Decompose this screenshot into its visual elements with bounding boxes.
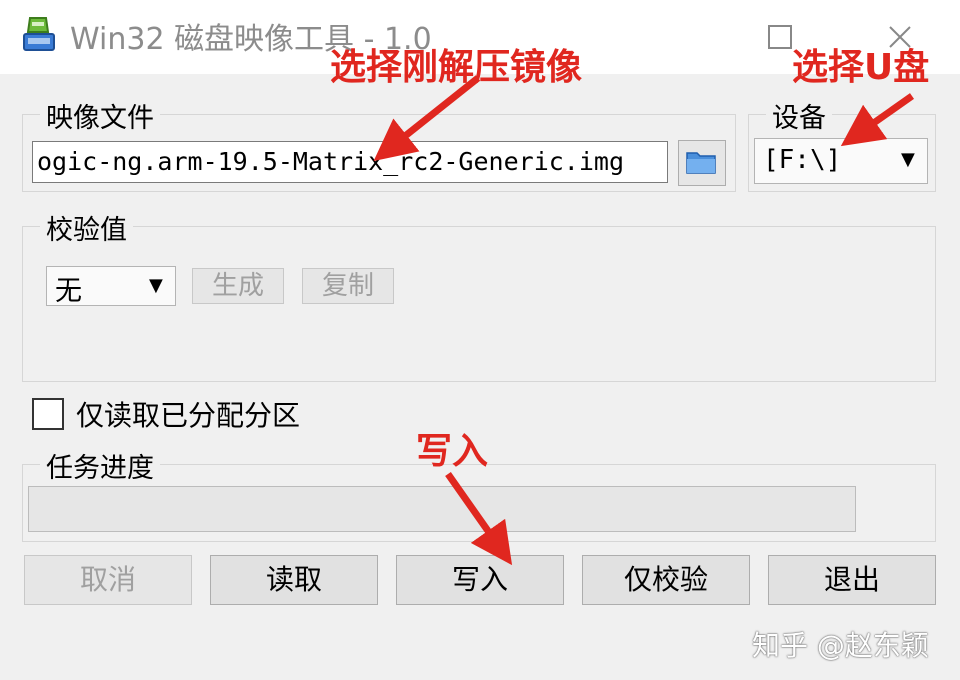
annotation-select-usb: 选择U盘: [792, 47, 930, 88]
folder-icon: [686, 152, 716, 174]
progress-label: 任务进度: [40, 446, 160, 485]
annotation-select-image: 选择刚解压镜像: [330, 47, 583, 88]
cancel-button[interactable]: 取消: [24, 555, 192, 605]
watermark: 知乎 @赵东颖: [752, 629, 929, 662]
readonly-checkbox[interactable]: [32, 398, 64, 430]
readonly-checkbox-label: 仅读取已分配分区: [76, 399, 301, 432]
hash-label: 校验值: [40, 208, 133, 247]
copy-hash-button[interactable]: 复制: [302, 268, 394, 304]
verify-only-button[interactable]: 仅校验: [582, 555, 750, 605]
chevron-down-icon: ▼: [901, 149, 915, 170]
read-button[interactable]: 读取: [210, 555, 378, 605]
progress-bar: [28, 486, 856, 532]
generate-hash-button[interactable]: 生成: [192, 268, 284, 304]
hash-select-value: 无: [55, 276, 82, 307]
image-file-input[interactable]: ogic-ng.arm-19.5-Matrix_rc2-Generic.img: [32, 141, 668, 183]
device-select[interactable]: [F:\] ▼: [754, 138, 928, 184]
image-file-label: 映像文件: [40, 96, 160, 135]
exit-button[interactable]: 退出: [768, 555, 936, 605]
device-select-value: [F:\]: [763, 145, 842, 175]
chevron-down-icon: ▼: [149, 275, 163, 296]
maximize-icon: [768, 25, 792, 49]
device-label: 设备: [766, 96, 832, 135]
hash-select[interactable]: 无 ▼: [46, 266, 176, 307]
disk-imager-icon: [18, 14, 62, 58]
annotation-write: 写入: [416, 431, 489, 472]
write-button[interactable]: 写入: [396, 555, 564, 605]
browse-button[interactable]: [678, 140, 726, 186]
